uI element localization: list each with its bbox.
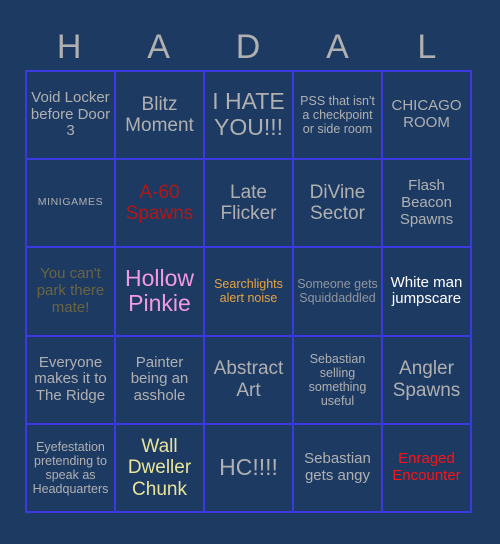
bingo-cell[interactable]: I HATE YOU!!! <box>205 72 294 161</box>
bingo-grid: Void Locker before Door 3 Blitz Moment I… <box>25 70 472 513</box>
bingo-cell-label: Someone gets Squiddaddled <box>297 277 378 306</box>
bingo-cell[interactable]: MINIGAMES <box>27 160 116 249</box>
bingo-header-row: H A D A L <box>25 24 472 70</box>
bingo-cell-label: DiVine Sector <box>309 182 366 225</box>
bingo-cell[interactable]: Wall Dweller Chunk <box>116 424 205 513</box>
bingo-cell[interactable]: PSS that isn't a checkpoint or side room <box>294 72 383 161</box>
bingo-cell[interactable]: Painter being an asshole <box>116 336 205 425</box>
header-letter-4: A <box>326 28 350 66</box>
bingo-board: H A D A L Void Locker before Door 3 Blit… <box>0 0 500 544</box>
bingo-cell[interactable]: Sebastian gets angy <box>294 424 383 513</box>
header-letter-3: D <box>235 28 262 66</box>
bingo-cell-label: Late Flicker <box>220 182 277 225</box>
bingo-cell-label: Enraged Encounter <box>392 450 461 484</box>
bingo-cell[interactable]: Flash Beacon Spawns <box>383 160 472 249</box>
bingo-cell-label: Searchlights alert noise <box>214 277 283 306</box>
bingo-cell[interactable]: Sebastian selling something useful <box>294 336 383 425</box>
bingo-cell[interactable]: Enraged Encounter <box>383 424 472 513</box>
bingo-cell-label: Wall Dweller Chunk <box>127 435 192 500</box>
bingo-cell[interactable]: HC!!!! <box>205 424 294 513</box>
bingo-cell-label: Void Locker before Door 3 <box>30 88 111 140</box>
bingo-cell[interactable]: CHICAGO ROOM <box>383 72 472 161</box>
bingo-cell[interactable]: Late Flicker <box>205 160 294 249</box>
bingo-cell-label: HC!!!! <box>219 454 278 481</box>
bingo-cell[interactable]: Everyone makes it to The Ridge <box>27 336 116 425</box>
bingo-cell-label: Hollow Pinkie <box>124 264 195 317</box>
bingo-cell[interactable]: Void Locker before Door 3 <box>27 72 116 161</box>
bingo-cell[interactable]: Eyefestation pretending to speak as Head… <box>27 424 116 513</box>
bingo-cell-label: Flash Beacon Spawns <box>399 177 454 228</box>
bingo-cell-label: MINIGAMES <box>37 196 104 209</box>
bingo-cell-label: Angler Spawns <box>392 358 461 401</box>
bingo-cell[interactable]: Hollow Pinkie <box>116 248 205 337</box>
bingo-cell-label: Sebastian selling something useful <box>308 351 367 408</box>
bingo-cell-label: PSS that isn't a checkpoint or side room <box>300 94 375 137</box>
bingo-cell[interactable]: Someone gets Squiddaddled <box>294 248 383 337</box>
header-letter-2: A <box>147 28 171 66</box>
bingo-cell-label: You can't park there mate! <box>36 265 105 316</box>
bingo-cell-label: I HATE YOU!!! <box>212 88 285 141</box>
bingo-cell[interactable]: Angler Spawns <box>383 336 472 425</box>
bingo-cell[interactable]: A-60 Spawns <box>116 160 205 249</box>
bingo-cell[interactable]: Searchlights alert noise <box>205 248 294 337</box>
bingo-cell-label: Eyefestation pretending to speak as Head… <box>32 439 109 496</box>
header-letter-1: H <box>56 28 83 66</box>
bingo-cell-label: Blitz Moment <box>125 93 194 137</box>
bingo-cell[interactable]: Blitz Moment <box>116 72 205 161</box>
bingo-cell-label: Painter being an asshole <box>130 353 189 405</box>
bingo-cell[interactable]: Abstract Art <box>205 336 294 425</box>
bingo-cell-label: Abstract Art <box>213 358 284 401</box>
bingo-cell-label: A-60 Spawns <box>125 182 194 225</box>
header-letter-5: L <box>417 28 438 66</box>
bingo-cell-label: White man jumpscare <box>390 273 463 308</box>
bingo-cell[interactable]: White man jumpscare <box>383 248 472 337</box>
bingo-cell-label: CHICAGO ROOM <box>391 97 462 132</box>
bingo-cell[interactable]: You can't park there mate! <box>27 248 116 337</box>
bingo-cell[interactable]: DiVine Sector <box>294 160 383 249</box>
bingo-cell-label: Sebastian gets angy <box>304 450 371 484</box>
bingo-cell-label: Everyone makes it to The Ridge <box>34 353 107 405</box>
